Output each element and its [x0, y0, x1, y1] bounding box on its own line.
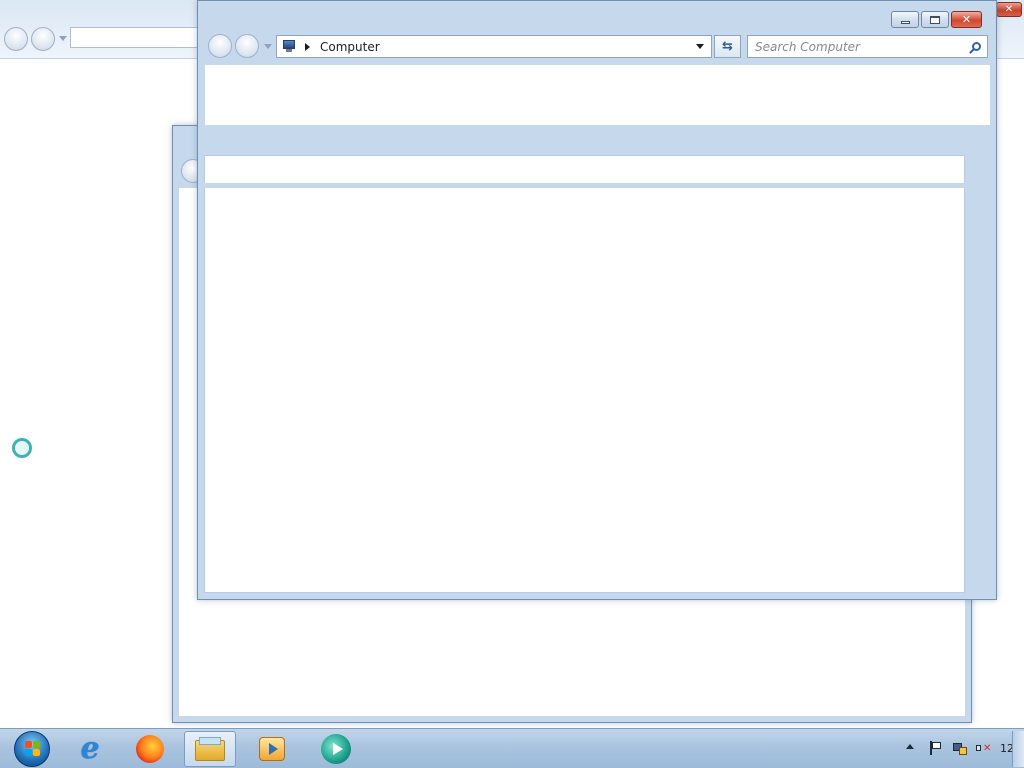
windows-logo-icon [14, 731, 50, 767]
window-controls: ✕ [889, 11, 982, 28]
close-button[interactable]: ✕ [951, 11, 982, 28]
overlapping-divider [204, 183, 965, 188]
network-icon[interactable] [953, 741, 967, 755]
search-icon[interactable] [969, 42, 981, 54]
overlapping-search-box[interactable] [721, 158, 963, 182]
forward-button[interactable] [235, 34, 259, 58]
taskbar-windows-explorer[interactable] [184, 731, 236, 767]
volume-muted-icon[interactable]: ✕ [976, 741, 991, 755]
taskbar-media-player[interactable] [246, 731, 298, 767]
show-hidden-icons-icon[interactable] [906, 744, 914, 749]
search-placeholder: Search Computer [755, 39, 860, 54]
recent-pages-icon[interactable] [59, 36, 67, 41]
taskbar: e ✕ 12 [0, 728, 1024, 768]
breadcrumb-arrow-icon[interactable] [305, 42, 310, 51]
taskbar-firefox[interactable] [124, 731, 176, 767]
background-close-button[interactable]: ✕ [996, 2, 1022, 17]
back-button[interactable] [4, 27, 28, 51]
close-icon: ✕ [961, 13, 972, 26]
computer-icon [282, 40, 298, 53]
back-button[interactable] [208, 34, 232, 58]
maximize-button[interactable] [921, 11, 949, 28]
address-dropdown-icon[interactable] [696, 44, 704, 49]
taskbar-internet-explorer[interactable]: e [64, 731, 116, 767]
minimize-icon [900, 21, 910, 24]
forward-button[interactable] [31, 27, 55, 51]
refresh-button[interactable]: ⇆ [714, 35, 741, 58]
loading-spinner-icon [12, 438, 32, 458]
media-player-icon [259, 737, 285, 761]
overlapping-address-bar[interactable] [250, 158, 716, 182]
content-pane [205, 65, 990, 125]
folder-icon [195, 737, 225, 761]
action-center-flag-icon[interactable] [928, 741, 942, 755]
maximize-icon [930, 15, 940, 24]
minimize-button[interactable] [891, 11, 919, 28]
show-desktop-button[interactable] [1012, 731, 1024, 767]
overlapping-content-pane [204, 155, 965, 593]
firefox-icon [136, 735, 164, 763]
background-address-bar[interactable] [70, 27, 210, 48]
start-button[interactable] [6, 731, 58, 767]
search-box[interactable]: Search Computer [747, 35, 988, 58]
close-icon: ✕ [1004, 4, 1014, 15]
address-bar[interactable]: Computer [276, 35, 712, 58]
refresh-icon: ⇆ [722, 39, 733, 54]
recent-pages-icon[interactable] [264, 44, 272, 49]
taskbar-app[interactable] [310, 731, 362, 767]
app-icon [321, 734, 351, 764]
internet-explorer-icon: e [80, 731, 100, 766]
breadcrumb-computer[interactable]: Computer [320, 40, 380, 54]
